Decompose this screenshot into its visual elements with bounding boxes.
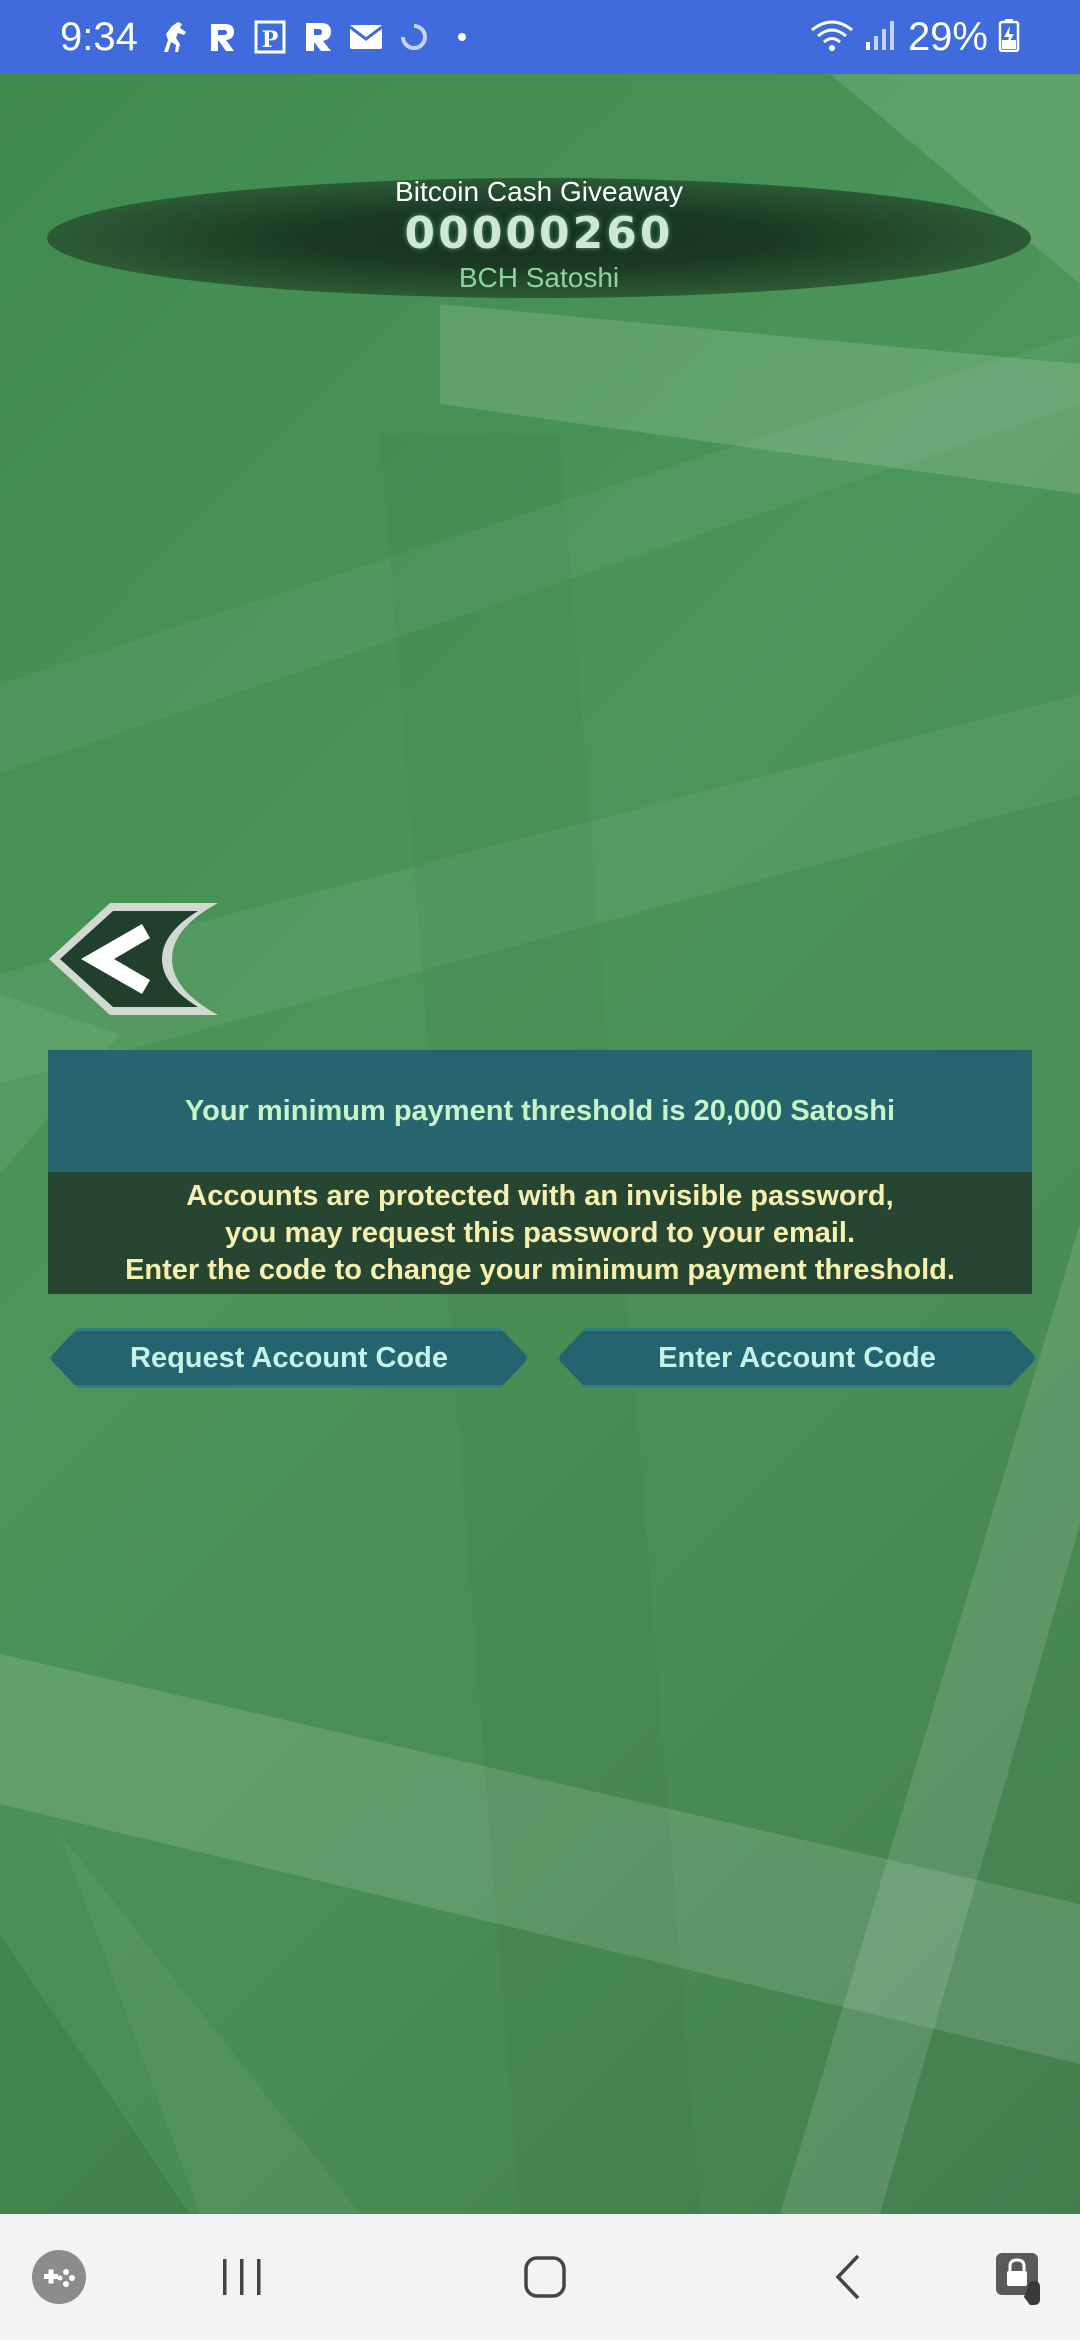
balance-unit: BCH Satoshi (458, 262, 620, 293)
r-app-icon (204, 19, 240, 55)
game-launcher-icon (32, 2250, 86, 2304)
balance-amount: 00000260 (404, 208, 674, 259)
signal-icon (864, 18, 898, 57)
back-button[interactable] (46, 900, 222, 1018)
request-account-code-button[interactable]: Request Account Code (49, 1328, 529, 1388)
game-launcher-button[interactable] (24, 2244, 94, 2310)
info-line-2: you may request this password to your em… (224, 1216, 856, 1249)
battery-charging-icon (998, 18, 1020, 57)
recent-apps-button[interactable] (207, 2244, 277, 2310)
status-time: 9:34 (60, 14, 138, 59)
enter-account-code-button[interactable]: Enter Account Code (557, 1328, 1037, 1388)
back-icon (835, 2254, 860, 2300)
sync-icon (396, 19, 432, 55)
wifi-icon (810, 18, 854, 57)
status-right: 29% (810, 15, 1020, 60)
home-button[interactable] (510, 2244, 580, 2310)
navigation-bar (0, 2214, 1080, 2340)
recent-apps-icon (223, 2259, 261, 2295)
r-bold-icon (300, 19, 336, 55)
dot-icon (444, 19, 480, 55)
info-line-1: Accounts are protected with an invisible… (186, 1179, 894, 1212)
balance-title: Bitcoin Cash Giveaway (395, 176, 683, 207)
info-panel: Accounts are protected with an invisible… (48, 1172, 1032, 1294)
threshold-panel: Your minimum payment threshold is 20,000… (48, 1050, 1032, 1172)
svg-text:P: P (262, 27, 279, 53)
home-icon (524, 2256, 566, 2298)
game-area: Bitcoin Cash Giveaway 00000260 BCH Satos… (0, 74, 1080, 2214)
notification-icons: P (156, 19, 480, 55)
info-line-3: Enter the code to change your minimum pa… (125, 1253, 955, 1286)
balance-header: Bitcoin Cash Giveaway 00000260 BCH Satos… (47, 176, 1031, 298)
threshold-text: Your minimum payment threshold is 20,000… (184, 1094, 896, 1127)
back-arrow-icon (49, 903, 218, 1015)
screen-lock-icon (996, 2253, 1040, 2305)
status-bar: 9:34 P 29% (0, 0, 1080, 74)
horse-icon (156, 19, 192, 55)
mail-icon (348, 19, 384, 55)
screen-lock-button[interactable] (985, 2244, 1055, 2310)
parking-icon: P (252, 19, 288, 55)
battery-percent: 29% (907, 14, 988, 59)
system-back-button[interactable] (813, 2244, 883, 2310)
